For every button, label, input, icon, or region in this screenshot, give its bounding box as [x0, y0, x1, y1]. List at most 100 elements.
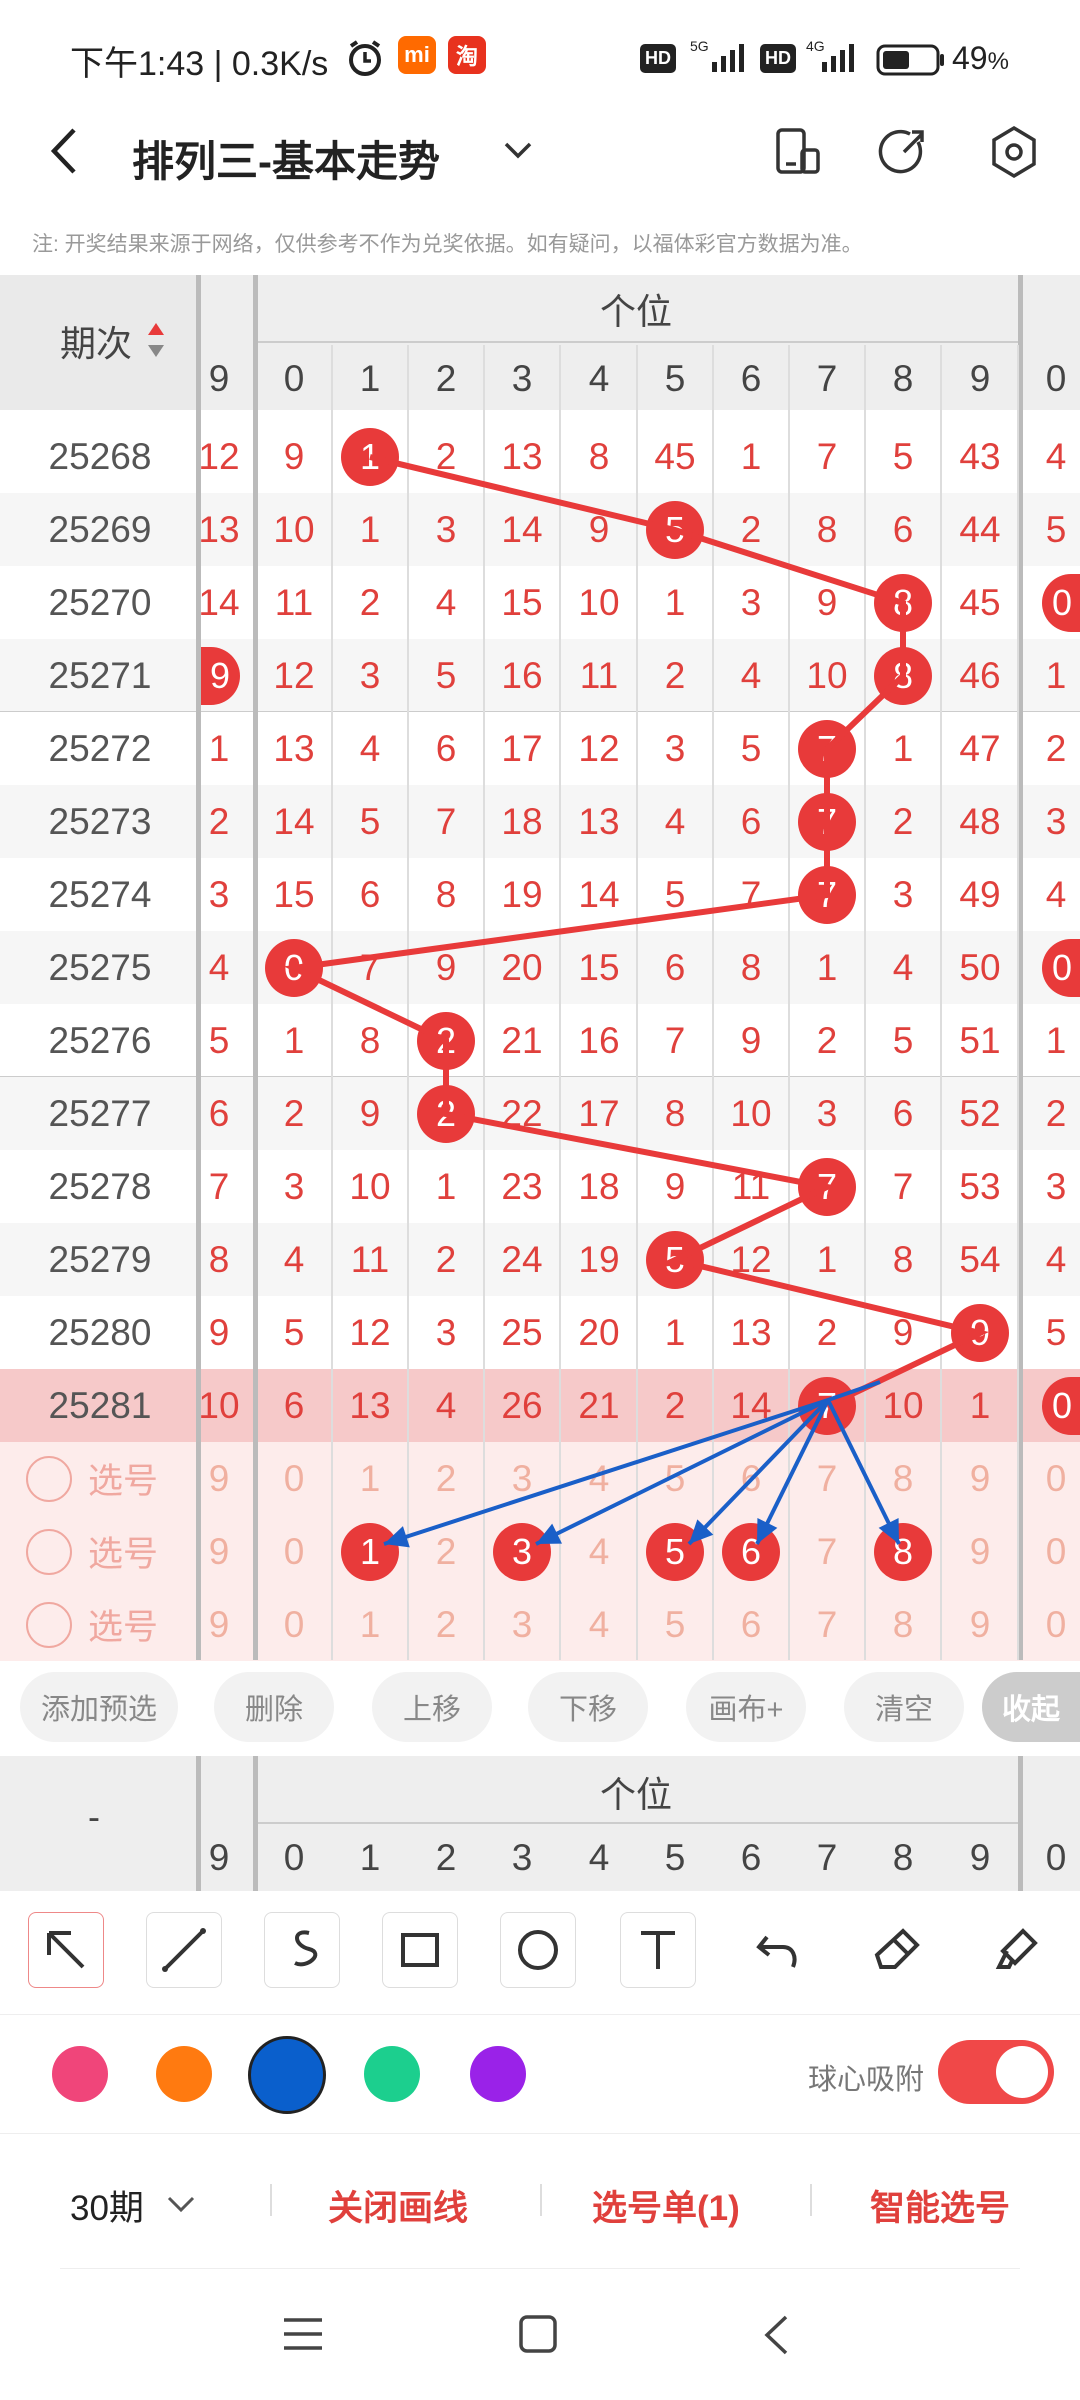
pick-digit[interactable]: 6 [713, 1588, 789, 1661]
pick-digit[interactable]: 1 [332, 1588, 408, 1661]
rectangle-tool[interactable] [382, 1912, 458, 1988]
drawn-ball[interactable]: 2 [417, 1012, 475, 1070]
drawn-ball[interactable]: 8 [874, 647, 932, 705]
color-swatch[interactable] [156, 2046, 212, 2102]
miss-count: 17 [578, 1092, 620, 1134]
pick-digit[interactable]: 5 [637, 1442, 713, 1515]
pick-digit[interactable]: 8 [865, 1588, 941, 1661]
pick-digit[interactable]: 8 [865, 1442, 941, 1515]
back-icon[interactable] [762, 2314, 790, 2356]
pick-digit[interactable]: 2 [408, 1442, 484, 1515]
pick-digit[interactable]: 1 [332, 1442, 408, 1515]
pick-digit[interactable]: 9 [942, 1442, 1018, 1515]
miss-count: 25 [501, 1311, 543, 1353]
miss-count: 18 [501, 800, 543, 842]
collapse-button[interactable]: 收起 [982, 1672, 1080, 1742]
line-tool[interactable] [146, 1912, 222, 1988]
smart-pick-button[interactable]: 智能选号 [870, 2180, 1010, 2231]
pick-digit[interactable]: 7 [789, 1442, 865, 1515]
miss-count: 2 [435, 1238, 457, 1280]
drawn-ball[interactable]: 7 [798, 793, 856, 851]
delete-button[interactable]: 删除 [214, 1672, 334, 1742]
chevron-down-icon[interactable] [166, 2194, 196, 2214]
pick-digit[interactable]: 4 [561, 1442, 637, 1515]
color-swatch[interactable] [470, 2046, 526, 2102]
drawn-ball[interactable]: 7 [798, 1158, 856, 1216]
pick-digit[interactable]: 5 [637, 1588, 713, 1661]
picked-ball[interactable]: 5 [646, 1523, 704, 1581]
drawn-ball[interactable]: 8 [874, 574, 932, 632]
settings-icon[interactable] [984, 122, 1044, 182]
pick-digit[interactable]: 4 [561, 1515, 637, 1588]
picked-ball[interactable]: 3 [493, 1523, 551, 1581]
drawn-ball[interactable]: 5 [646, 501, 704, 559]
drawn-ball[interactable]: 5 [646, 1231, 704, 1289]
pick-digit[interactable]: 0 [256, 1442, 332, 1515]
curve-tool[interactable] [264, 1912, 340, 1988]
picked-ball[interactable]: 6 [722, 1523, 780, 1581]
move-down-button[interactable]: 下移 [528, 1672, 648, 1742]
miss-count: 7 [435, 800, 457, 842]
pick-radio[interactable] [26, 1456, 72, 1502]
picked-ball[interactable]: 1 [341, 1523, 399, 1581]
pick-digit[interactable]: 3 [484, 1588, 560, 1661]
color-swatch[interactable] [364, 2046, 420, 2102]
pick-digit[interactable]: 0 [256, 1588, 332, 1661]
chevron-down-icon[interactable] [502, 138, 534, 162]
miss-count: 14 [273, 800, 315, 842]
pick-digit[interactable]: 3 [484, 1442, 560, 1515]
pick-digit[interactable]: 9 [181, 1588, 257, 1661]
share-icon[interactable] [874, 122, 934, 182]
miss-count: 3 [435, 1311, 457, 1353]
circle-tool[interactable] [500, 1912, 576, 1988]
drawn-ball[interactable]: 7 [798, 866, 856, 924]
pick-digit[interactable]: 9 [942, 1515, 1018, 1588]
pick-digit[interactable]: 2 [408, 1588, 484, 1661]
drawn-ball[interactable]: 2 [417, 1085, 475, 1143]
drawn-ball[interactable]: 0 [265, 939, 323, 997]
sort-icon[interactable] [145, 321, 167, 361]
drawn-ball[interactable]: 7 [798, 720, 856, 778]
pick-digit[interactable]: 7 [789, 1588, 865, 1661]
miss-count: 7 [208, 1165, 230, 1207]
section-header: 个位 [600, 291, 673, 332]
undo-tool[interactable] [740, 1912, 816, 1988]
pick-digit[interactable]: 9 [181, 1442, 257, 1515]
pick-digit[interactable]: 9 [181, 1515, 257, 1588]
pick-digit[interactable]: 0 [1018, 1442, 1080, 1515]
move-up-button[interactable]: 上移 [372, 1672, 492, 1742]
pick-list-button[interactable]: 选号单(1) [592, 2180, 740, 2231]
canvas-plus-button[interactable]: 画布+ [686, 1672, 806, 1742]
miss-count: 1 [1045, 1019, 1067, 1061]
pick-digit[interactable]: 6 [713, 1442, 789, 1515]
period-select[interactable]: 30期 [70, 2180, 144, 2231]
add-preselect-button[interactable]: 添加预选 [20, 1672, 178, 1742]
close-draw-button[interactable]: 关闭画线 [328, 2180, 468, 2231]
drawn-ball[interactable]: 1 [341, 428, 399, 486]
phone-layout-icon[interactable] [766, 122, 826, 182]
color-swatch[interactable] [248, 2036, 326, 2114]
pick-digit[interactable]: 0 [1018, 1588, 1080, 1661]
clear-button[interactable]: 清空 [844, 1672, 964, 1742]
menu-icon[interactable] [282, 2316, 324, 2352]
color-swatch[interactable] [52, 2046, 108, 2102]
snap-toggle[interactable] [938, 2040, 1054, 2104]
drawn-ball[interactable]: 9 [951, 1304, 1009, 1362]
pick-digit[interactable]: 7 [789, 1515, 865, 1588]
chevron-left-icon[interactable] [46, 126, 80, 176]
brush-clean-tool[interactable] [978, 1912, 1054, 1988]
home-icon[interactable] [518, 2314, 558, 2354]
picked-ball[interactable]: 8 [874, 1523, 932, 1581]
pick-digit[interactable]: 0 [1018, 1515, 1080, 1588]
pick-digit[interactable]: 4 [561, 1588, 637, 1661]
arrow-select-tool[interactable] [28, 1912, 104, 1988]
pick-digit[interactable]: 2 [408, 1515, 484, 1588]
drawn-ball[interactable]: 7 [798, 1377, 856, 1435]
text-tool[interactable] [620, 1912, 696, 1988]
pick-digit[interactable]: 9 [942, 1588, 1018, 1661]
period-header[interactable]: 期次 [60, 315, 132, 367]
eraser-tool[interactable] [860, 1912, 936, 1988]
pick-radio[interactable] [26, 1529, 72, 1575]
pick-radio[interactable] [26, 1602, 72, 1648]
pick-digit[interactable]: 0 [256, 1515, 332, 1588]
